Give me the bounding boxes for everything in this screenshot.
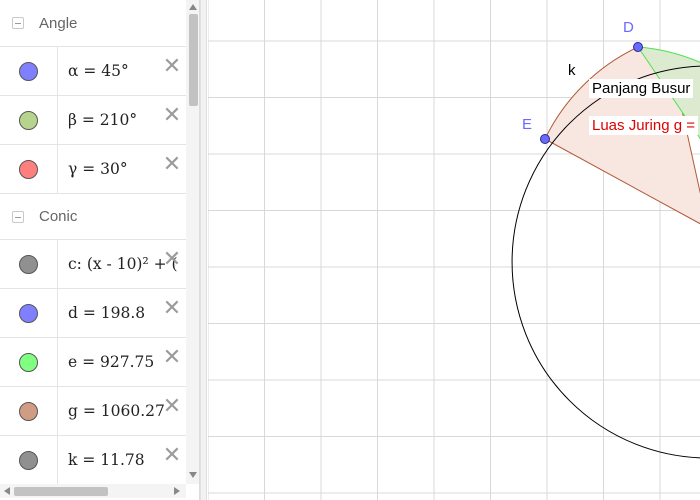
algebra-item-k[interactable]: k = 11.78 ✕ xyxy=(0,435,186,484)
visibility-marble-icon[interactable] xyxy=(19,110,38,130)
marble-cell[interactable] xyxy=(0,387,58,435)
algebra-list: Angle α = 45° ✕ β = 210° ✕ γ = 30° ✕ Con… xyxy=(0,0,186,484)
scrollbar-thumb[interactable] xyxy=(189,14,198,106)
delete-icon[interactable]: ✕ xyxy=(162,154,182,176)
visibility-marble-icon[interactable] xyxy=(19,254,38,274)
delete-icon[interactable]: ✕ xyxy=(162,396,182,418)
group-title: Conic xyxy=(39,208,78,225)
marble-cell[interactable] xyxy=(0,436,58,484)
algebra-item-d[interactable]: d = 198.8 ✕ xyxy=(0,288,186,337)
collapse-toggle-icon[interactable] xyxy=(12,210,24,223)
algebra-item-beta[interactable]: β = 210° ✕ xyxy=(0,95,186,144)
point-label-e: E xyxy=(522,116,533,133)
visibility-marble-icon[interactable] xyxy=(19,159,38,179)
marble-cell[interactable] xyxy=(0,240,58,288)
marble-cell[interactable] xyxy=(0,47,58,95)
graphics-canvas[interactable] xyxy=(208,0,700,500)
visibility-marble-icon[interactable] xyxy=(19,61,38,81)
group-title: Angle xyxy=(39,14,78,32)
algebra-item-e[interactable]: e = 927.75 ✕ xyxy=(0,337,186,386)
visibility-marble-icon[interactable] xyxy=(19,450,38,470)
group-header-conic[interactable]: Conic xyxy=(0,193,186,239)
point-label-d: D xyxy=(623,19,634,36)
text-luas-juring[interactable]: Luas Juring g = xyxy=(589,116,698,135)
algebra-item-alpha[interactable]: α = 45° ✕ xyxy=(0,46,186,95)
scrollbar-thumb[interactable] xyxy=(14,487,108,496)
text-panjang-busur[interactable]: Panjang Busur xyxy=(589,79,694,98)
scroll-left-arrow-icon[interactable] xyxy=(4,487,10,495)
scroll-right-arrow-icon[interactable] xyxy=(174,487,180,495)
delete-icon[interactable]: ✕ xyxy=(162,105,182,127)
marble-cell[interactable] xyxy=(0,96,58,144)
scroll-up-arrow-icon[interactable] xyxy=(189,4,197,10)
delete-icon[interactable]: ✕ xyxy=(162,347,182,369)
marble-cell[interactable] xyxy=(0,289,58,337)
marble-cell[interactable] xyxy=(0,338,58,386)
algebra-panel: Angle α = 45° ✕ β = 210° ✕ γ = 30° ✕ Con… xyxy=(0,0,200,500)
point-e[interactable] xyxy=(540,134,550,144)
algebra-item-gamma[interactable]: γ = 30° ✕ xyxy=(0,144,186,193)
panel-divider[interactable] xyxy=(200,0,207,500)
graphics-view[interactable]: D E k Panjang Busur Luas Juring g = xyxy=(208,0,700,500)
delete-icon[interactable]: ✕ xyxy=(162,56,182,78)
vertical-scrollbar[interactable] xyxy=(186,0,199,484)
group-header-angle[interactable]: Angle xyxy=(0,0,186,46)
scroll-down-arrow-icon[interactable] xyxy=(189,472,197,478)
delete-icon[interactable]: ✕ xyxy=(162,298,182,320)
collapse-toggle-icon[interactable] xyxy=(12,17,24,29)
arc-label-k: k xyxy=(568,62,576,79)
delete-icon[interactable]: ✕ xyxy=(162,249,182,271)
horizontal-scrollbar[interactable] xyxy=(0,484,186,498)
point-d[interactable] xyxy=(633,42,643,52)
algebra-item-c[interactable]: c: (x - 10)² + ( ✕ xyxy=(0,239,186,288)
visibility-marble-icon[interactable] xyxy=(19,352,38,372)
visibility-marble-icon[interactable] xyxy=(19,401,38,421)
algebra-item-g[interactable]: g = 1060.27 ✕ xyxy=(0,386,186,435)
visibility-marble-icon[interactable] xyxy=(19,303,38,323)
delete-icon[interactable]: ✕ xyxy=(162,445,182,467)
marble-cell[interactable] xyxy=(0,145,58,193)
